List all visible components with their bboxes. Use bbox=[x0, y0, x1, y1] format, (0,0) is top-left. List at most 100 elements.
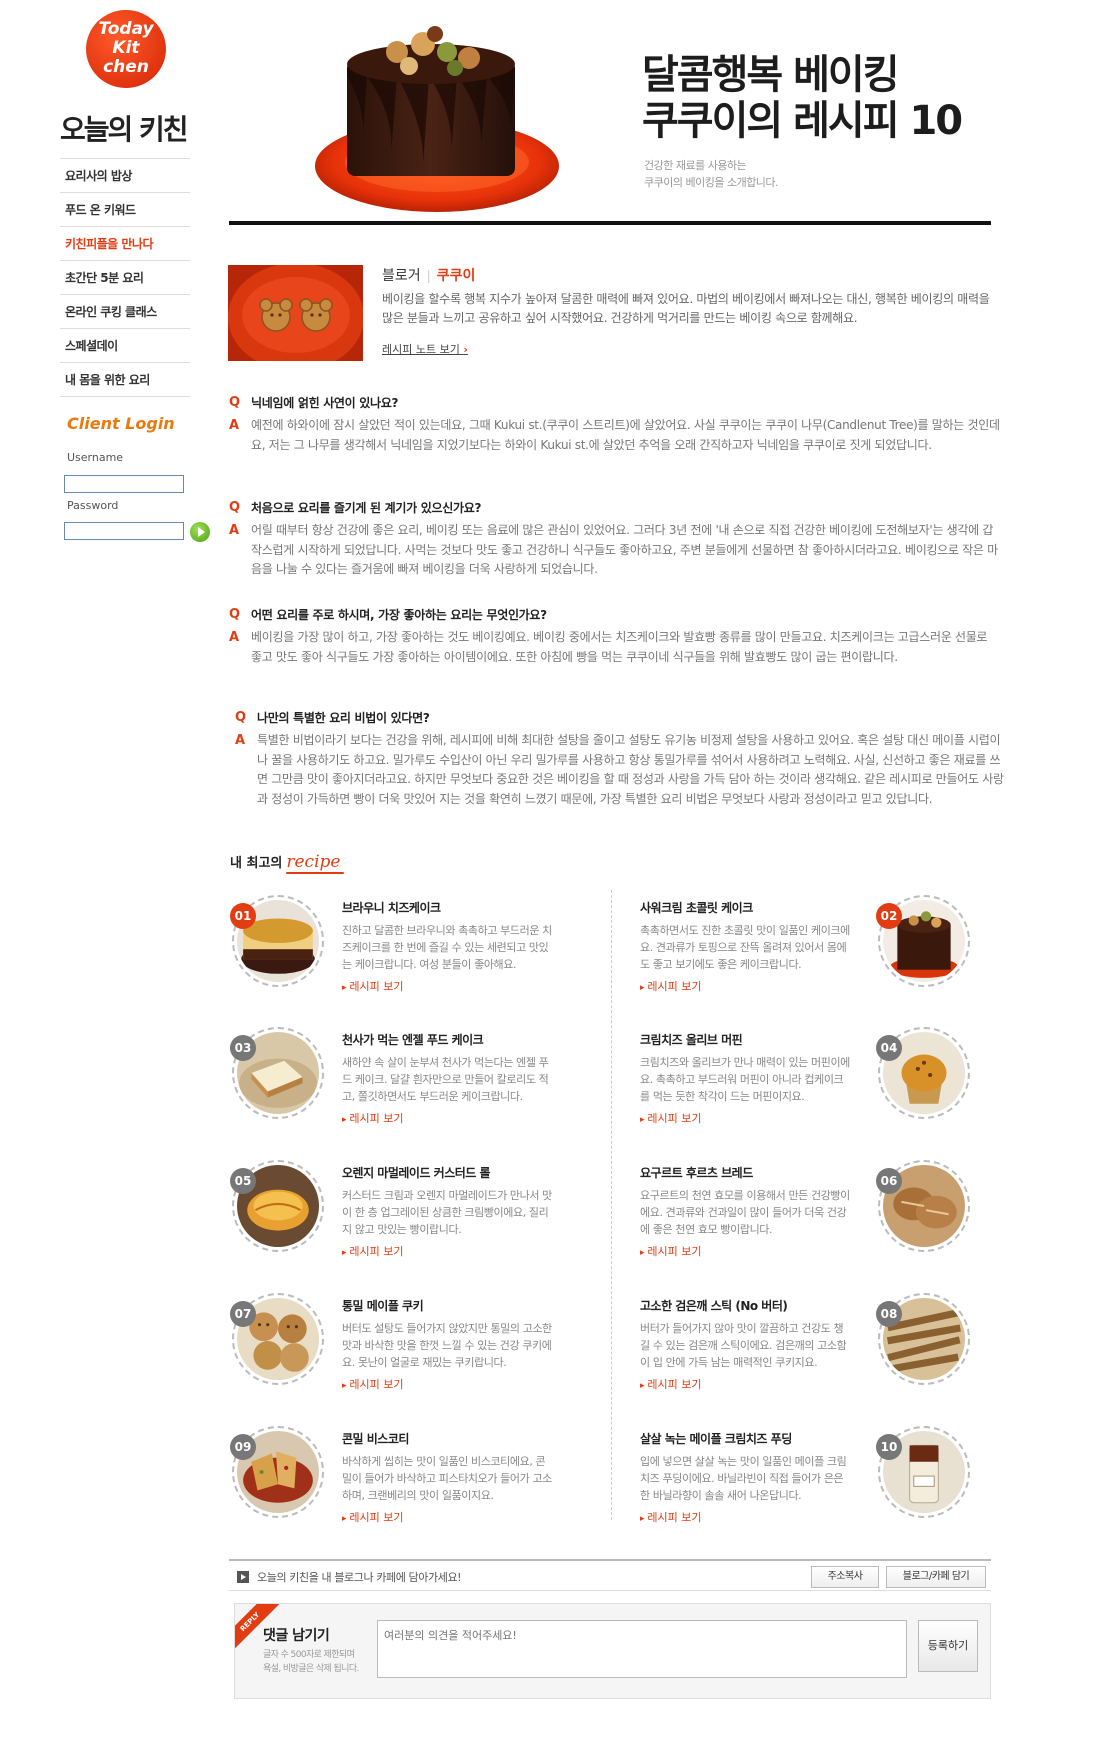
recipe-card[interactable]: 04 크림치즈 올리브 머핀 크림치즈와 올리브가 만나 매력이 있는 머핀이에… bbox=[640, 1027, 970, 1147]
side-nav-item-five-minute[interactable]: 초간단 5분 요리 bbox=[60, 261, 190, 295]
recipe-link[interactable]: 레시피 보기 bbox=[640, 1243, 852, 1259]
recipe-link[interactable]: 레시피 보기 bbox=[342, 1243, 554, 1259]
reply-box: REPLY 댓글 남기기 글자 수 500자로 제한되며 욕설, 비방글은 삭제… bbox=[234, 1603, 991, 1699]
side-nav-item-online-class[interactable]: 온라인 쿠킹 클래스 bbox=[60, 295, 190, 329]
share-bar: 오늘의 키친을 내 블로그나 카페에 담아가세요! 주소복사 블로그/카페 담기 bbox=[229, 1559, 991, 1591]
recipe-link[interactable]: 레시피 보기 bbox=[342, 978, 554, 994]
recipe-card[interactable]: 05 오렌지 마멀레이드 커스터드 롤 커스터드 크림과 오렌지 마멀레이드가 … bbox=[230, 1160, 562, 1280]
password-label: Password bbox=[67, 499, 119, 512]
side-nav-item-special-day[interactable]: 스페셜데이 bbox=[60, 329, 190, 363]
chevron-right-icon: › bbox=[463, 343, 468, 356]
blogger-heading: 블로거 | 쿠쿠이 bbox=[382, 268, 476, 284]
recipe-desc: 촉촉하면서도 진한 초콜릿 맛이 일품인 케이크에요. 견과류가 토핑으로 잔뜩… bbox=[640, 924, 850, 971]
blogger-name: 쿠쿠이 bbox=[436, 268, 476, 284]
recipe-card[interactable]: 02 사워크림 초콜릿 케이크 촉촉하면서도 진한 초콜릿 맛이 일품인 케이크… bbox=[640, 895, 970, 1015]
side-nav-item-food-keyword[interactable]: 푸드 온 키워드 bbox=[60, 193, 190, 227]
q-mark: Q bbox=[229, 607, 240, 622]
password-input[interactable] bbox=[64, 522, 184, 540]
login-title: Client Login bbox=[67, 414, 175, 433]
logo-line-3: chen bbox=[103, 57, 149, 77]
recipe-title: 통밀 메이플 쿠키 bbox=[342, 1299, 424, 1313]
username-input[interactable] bbox=[64, 475, 184, 493]
recipe-title: 요구르트 후르츠 브레드 bbox=[640, 1166, 753, 1180]
recipe-number: 05 bbox=[230, 1168, 256, 1194]
recipe-link[interactable]: 레시피 보기 bbox=[342, 1110, 554, 1126]
recipe-card[interactable]: 09 콘밀 비스코티 바삭하게 씹히는 맛이 일품인 비스코티에요, 콘밀이 들… bbox=[230, 1426, 562, 1546]
recipe-title: 브라우니 치즈케이크 bbox=[342, 901, 441, 915]
recipe-link[interactable]: 레시피 보기 bbox=[640, 1376, 852, 1392]
recipe-note-link[interactable]: 레시피 노트 보기 › bbox=[382, 341, 468, 357]
recipe-number: 08 bbox=[876, 1301, 902, 1327]
site-title: 오늘의 키친 bbox=[60, 113, 189, 146]
a-mark: A bbox=[229, 418, 239, 433]
recipe-number: 04 bbox=[876, 1035, 902, 1061]
hero-divider bbox=[229, 221, 991, 225]
recipe-desc: 버터가 들어가지 않아 맛이 깔끔하고 건강도 챙길 수 있는 검은깨 스틱이에… bbox=[640, 1322, 847, 1369]
recipe-desc: 크림치즈와 올리브가 만나 매력이 있는 머핀이에요. 촉촉하고 부드러워 머핀… bbox=[640, 1056, 850, 1103]
recipe-number: 09 bbox=[230, 1434, 256, 1460]
recipe-card[interactable]: 06 요구르트 후르츠 브레드 요구르트의 천연 효모를 이용해서 만든 건강빵… bbox=[640, 1160, 970, 1280]
hero-sub-line1: 건강한 재료를 사용하는 bbox=[644, 159, 747, 172]
recipe-title: 오렌지 마멀레이드 커스터드 롤 bbox=[342, 1166, 491, 1180]
recipe-desc: 진하고 달콤한 브라우니와 촉촉하고 부드러운 치즈케이크를 한 번에 즐길 수… bbox=[342, 924, 552, 971]
logo-line-2: Kit bbox=[112, 38, 140, 58]
recipe-link[interactable]: 레시피 보기 bbox=[640, 978, 852, 994]
username-label: Username bbox=[67, 451, 124, 464]
recipe-link[interactable]: 레시피 보기 bbox=[640, 1110, 852, 1126]
a-mark: A bbox=[229, 630, 239, 645]
logo-line-1: Today bbox=[98, 19, 154, 39]
recipe-card[interactable]: 07 통밀 메이플 쿠키 버터도 설탕도 들어가지 않았지만 통밀의 고소한 맛… bbox=[230, 1293, 562, 1413]
recipe-divider bbox=[611, 890, 612, 1520]
hero-title-line1: 달콤행복 베이킹 bbox=[642, 52, 900, 98]
q-mark: Q bbox=[229, 395, 240, 410]
copy-address-button[interactable]: 주소복사 bbox=[811, 1566, 879, 1588]
share-message: 오늘의 키친을 내 블로그나 카페에 담아가세요! bbox=[257, 1571, 462, 1584]
recipe-title: 콘밀 비스코티 bbox=[342, 1432, 409, 1446]
hero-title-line2: 쿠쿠이의 레시피 10 bbox=[642, 98, 963, 144]
qa-answer: A 예전에 하와이에 잠시 살았던 적이 있는데요, 그때 Kukui st.(쿠… bbox=[229, 418, 1000, 452]
recipe-card[interactable]: 10 살살 녹는 메이플 크림치즈 푸딩 입에 넣으면 살살 녹는 맛이 일품인… bbox=[640, 1426, 970, 1546]
recipe-title: 고소한 검은깨 스틱 (No 버터) bbox=[640, 1299, 788, 1313]
side-nav-item-chef-table[interactable]: 요리사의 밥상 bbox=[60, 159, 190, 193]
blogger-profile-image bbox=[228, 265, 363, 361]
login-go-button[interactable] bbox=[190, 522, 210, 542]
recipe-desc: 입에 넣으면 살살 녹는 맛이 일품인 메이플 크림치즈 푸딩이에요. 바닐라빈… bbox=[640, 1455, 847, 1502]
blog-cafe-share-button[interactable]: 블로그/카페 담기 bbox=[886, 1566, 986, 1588]
hero-sub-line2: 쿠쿠이의 베이킹을 소개합니다. bbox=[644, 176, 779, 189]
a-mark: A bbox=[235, 733, 245, 748]
reply-submit-button[interactable]: 등록하기 bbox=[918, 1620, 978, 1672]
qa-question: Q 나만의 특별한 요리 비법이 있다면? bbox=[235, 710, 430, 725]
recipe-link[interactable]: 레시피 보기 bbox=[640, 1509, 852, 1525]
side-nav-item-body-food[interactable]: 내 몸을 위한 요리 bbox=[60, 363, 190, 397]
recipe-desc: 요구르트의 천연 효모를 이용해서 만든 건강빵이에요. 견과류와 건과일이 많… bbox=[640, 1189, 850, 1236]
recipe-card[interactable]: 03 천사가 먹는 엔젤 푸드 케이크 새하얀 속 살이 눈부셔 천사가 먹는다… bbox=[230, 1027, 562, 1147]
logo[interactable]: Today Kit chen bbox=[86, 10, 166, 88]
qa-item: Q 어떤 요리를 주로 하시며, 가장 좋아하는 요리는 무엇인가요? A 베이킹을… bbox=[229, 606, 1001, 667]
recipe-desc: 바삭하게 씹히는 맛이 일품인 비스코티에요, 콘밀이 들어가 바삭하고 피스타… bbox=[342, 1455, 552, 1502]
side-nav: 요리사의 밥상 푸드 온 키워드 키친피플을 만나다 초간단 5분 요리 온라인… bbox=[60, 158, 190, 397]
blogger-description: 베이킹을 할수록 행복 지수가 높아져 달콤한 매력에 빠져 있어요. 마법의 … bbox=[382, 292, 990, 325]
qa-item: Q 나만의 특별한 요리 비법이 있다면? A 특별한 비법이라기 보다는 건강을 … bbox=[235, 709, 1007, 809]
recipe-link[interactable]: 레시피 보기 bbox=[342, 1376, 554, 1392]
recipe-desc: 새하얀 속 살이 눈부셔 천사가 먹는다는 엔젤 푸드 케이크. 달걀 흰자만으… bbox=[342, 1056, 549, 1103]
recipe-card[interactable]: 08 고소한 검은깨 스틱 (No 버터) 버터가 들어가지 않아 맛이 깔끔하… bbox=[640, 1293, 970, 1413]
recipe-card[interactable]: 01 브라우니 치즈케이크 진하고 달콤한 브라우니와 촉촉하고 부드러운 치즈… bbox=[230, 895, 562, 1015]
qa-question: Q 닉네임에 얽힌 사연이 있나요? bbox=[229, 395, 399, 410]
recipe-title: 크림치즈 올리브 머핀 bbox=[640, 1033, 743, 1047]
side-nav-item-kitchen-people[interactable]: 키친피플을 만나다 bbox=[60, 227, 190, 261]
a-mark: A bbox=[229, 523, 239, 538]
qa-answer: A 특별한 비법이라기 보다는 건강을 위해, 레시피에 비해 최대한 설탕을 줄… bbox=[235, 733, 1004, 806]
hero-subtitle: 건강한 재료를 사용하는 쿠쿠이의 베이킹을 소개합니다. bbox=[644, 157, 779, 191]
recipe-script: recipe bbox=[286, 852, 341, 872]
qa-question: Q 어떤 요리를 주로 하시며, 가장 좋아하는 요리는 무엇인가요? bbox=[229, 607, 547, 622]
qa-answer: A 어릴 때부터 항상 건강에 좋은 요리, 베이킹 또는 음료에 많은 관심이 … bbox=[229, 523, 998, 576]
recipe-number: 03 bbox=[230, 1035, 256, 1061]
recipe-link[interactable]: 레시피 보기 bbox=[342, 1509, 554, 1525]
reply-textarea[interactable] bbox=[377, 1620, 907, 1678]
reply-note: 글자 수 500자로 제한되며 욕설, 비방글은 삭제 됩니다. bbox=[263, 1650, 359, 1674]
arrow-right-icon bbox=[237, 1571, 249, 1583]
recipe-number: 01 bbox=[230, 903, 256, 929]
recipe-desc: 커스터드 크림과 오렌지 마멀레이드가 만나서 맛이 한 층 업그레이된 상큼한… bbox=[342, 1189, 552, 1236]
hero-title: 달콤행복 베이킹 쿠쿠이의 레시피 10 bbox=[642, 52, 963, 144]
hero-cake-image bbox=[305, 16, 565, 216]
